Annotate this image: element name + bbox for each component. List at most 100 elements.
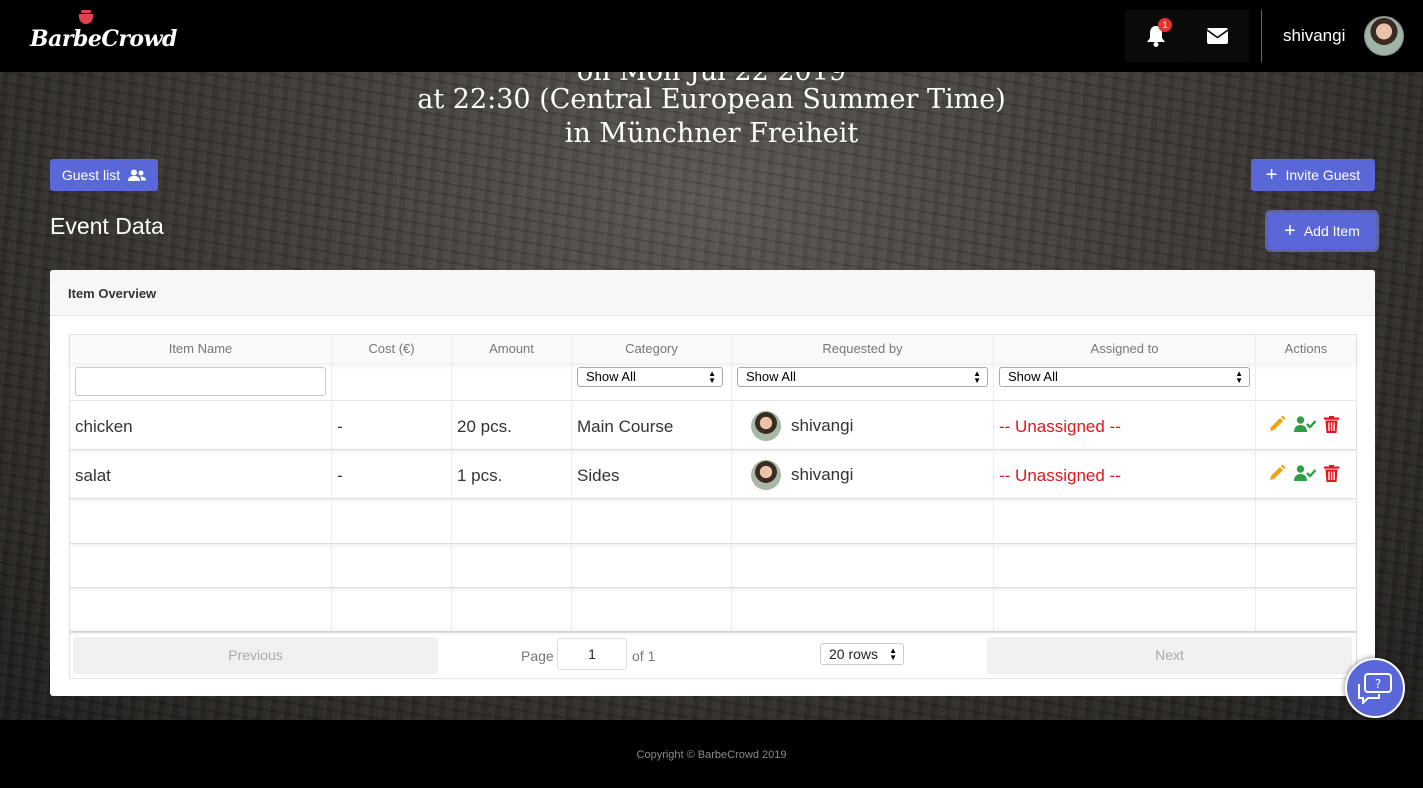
brand-name: BarbeCrowd [30,26,177,52]
empty-cell [70,544,332,587]
add-item-label: Add Item [1303,223,1360,239]
brand-logo[interactable]: BarbeCrowd [30,10,177,58]
event-location: in Münchner Freiheit [564,118,859,149]
assignee: -- Unassigned -- [999,466,1121,485]
empty-cell [332,588,452,631]
empty-cell [332,500,452,543]
empty-cell [70,588,332,631]
requester-name: shivangi [791,465,854,484]
user-avatar[interactable] [1364,16,1404,56]
requested-by-cell: shivangi [732,402,994,449]
pencil-icon[interactable] [1268,464,1286,482]
select-arrows-icon: ▲ ▼ [973,369,981,385]
requester-name: shivangi [791,416,854,435]
column-header[interactable]: Assigned to [994,335,1256,363]
card-title: Item Overview [50,270,1375,316]
assignee: -- Unassigned -- [999,417,1121,436]
column-header[interactable]: Cost (€) [332,335,452,363]
category-cell: Main Course [572,402,732,449]
item-name-filter-input[interactable] [75,367,326,396]
requested-by-cell: shivangi [732,451,994,498]
requested-by-filter-value: Show All [746,369,796,384]
navbar: BarbeCrowd 1 shivangi [0,0,1423,72]
messages-button[interactable] [1187,10,1249,62]
envelope-icon [1207,28,1228,44]
nav-divider [1261,10,1262,62]
table-row: salat - 1 pcs. Sides shivangi -- Unassig… [70,451,1356,499]
filter-cell: Show All ▲ ▼ [572,363,732,400]
filter-cell [332,363,452,400]
empty-cell [572,588,732,631]
page-title: Event Data [50,213,164,239]
empty-cell [1256,500,1356,543]
next-button[interactable]: Next [987,637,1352,674]
trash-icon[interactable] [1324,415,1339,433]
amount-cell: 1 pcs. [452,451,572,498]
column-header[interactable]: Amount [452,335,572,363]
empty-row [70,544,1356,588]
event-time: at 22:30 (Central European Summer Time) [417,84,1006,115]
items-table: Item Name Cost (€) Amount Category Reque… [69,334,1357,679]
column-header: Actions [1284,341,1328,356]
select-arrows-icon: ▲ ▼ [708,369,716,385]
help-chat-button[interactable]: ? [1345,658,1405,718]
select-arrows-icon: ▲ ▼ [889,646,897,662]
column-header[interactable]: Requested by [732,335,994,363]
empty-cell [70,500,332,543]
empty-row [70,500,1356,544]
actions-cell [1256,402,1356,449]
requested-by-filter-select[interactable]: Show All ▲ ▼ [737,367,988,387]
trash-icon[interactable] [1324,464,1339,482]
column-header[interactable]: Category [572,335,732,363]
category-cell: Sides [572,451,732,498]
cost-cell: - [332,402,452,449]
table-header: Item Name Cost (€) Amount Category Reque… [70,335,1356,363]
filter-cell [452,363,572,400]
empty-cell [994,588,1256,631]
cost-cell: - [332,451,452,498]
notifications-button[interactable]: 1 [1125,10,1187,62]
actions-cell [1256,451,1356,498]
empty-cell [452,588,572,631]
empty-cell [732,588,994,631]
column-header[interactable]: Item Name [70,335,332,363]
rows-per-page-value: 20 rows [829,646,879,662]
copyright: Copyright © BarbeCrowd 2019 [636,749,787,761]
empty-cell [452,500,572,543]
table-row: chicken - 20 pcs. Main Course shivangi -… [70,402,1356,450]
guest-list-label: Guest list [61,167,121,183]
guest-list-button[interactable]: Guest list [50,159,158,191]
empty-cell [1256,588,1356,631]
user-check-icon[interactable] [1294,464,1316,482]
pagination: Previous Page 1 of 1 20 rows ▲ ▼ Next [70,632,1356,678]
item-amount: 20 pcs. [457,417,512,436]
grill-icon [79,10,93,24]
previous-button[interactable]: Previous [73,637,438,674]
item-category: Sides [577,466,620,485]
filter-cell: Show All ▲ ▼ [994,363,1256,400]
item-amount: 1 pcs. [457,466,503,485]
empty-cell [994,500,1256,543]
filter-row: Show All ▲ ▼ Show All ▲ ▼ Show All ▲ ▼ [70,363,1356,401]
page-number-input[interactable]: 1 [557,638,627,670]
invite-guest-label: Invite Guest [1285,167,1361,183]
select-arrows-icon: ▲ ▼ [1235,369,1243,385]
category-filter-select[interactable]: Show All ▲ ▼ [577,367,723,387]
plus-icon: + [1265,164,1278,186]
rows-per-page-select[interactable]: 20 rows ▲ ▼ [820,643,904,665]
avatar [751,411,781,441]
assigned-to-filter-select[interactable]: Show All ▲ ▼ [999,367,1250,387]
item-cost: - [337,466,343,485]
empty-cell [994,544,1256,587]
item-overview-card: Item Overview Item Name Cost (€) Amount … [50,270,1375,696]
empty-cell [572,500,732,543]
pencil-icon[interactable] [1268,415,1286,433]
item-name-cell: salat [70,451,332,498]
add-item-button[interactable]: + Add Item [1268,213,1376,249]
assigned-to-cell: -- Unassigned -- [994,402,1256,449]
username[interactable]: shivangi [1283,26,1345,46]
invite-guest-button[interactable]: + Invite Guest [1251,159,1375,191]
item-name: chicken [75,417,133,436]
empty-cell [732,544,994,587]
user-check-icon[interactable] [1294,415,1316,433]
